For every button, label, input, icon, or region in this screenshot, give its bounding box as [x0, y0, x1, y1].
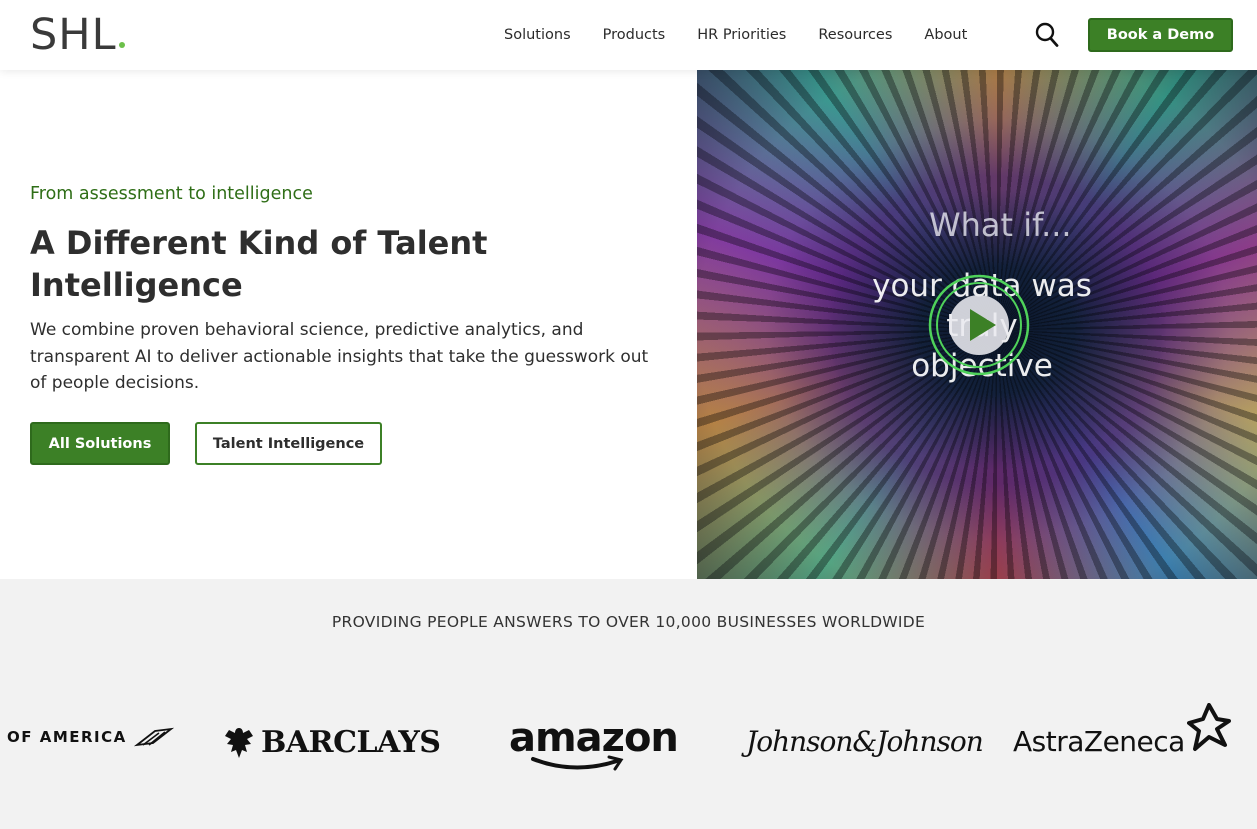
- client-logo-johnson-johnson: Johnson&Johnson: [746, 725, 984, 758]
- nav-item-resources[interactable]: Resources: [818, 27, 892, 43]
- logo-text: SHL: [30, 10, 117, 60]
- logo-dot: [118, 42, 125, 48]
- nav-item-hr-priorities[interactable]: HR Priorities: [697, 27, 786, 43]
- astrazeneca-logo-text: AstraZeneca: [1013, 725, 1185, 758]
- all-solutions-button[interactable]: All Solutions: [30, 422, 170, 465]
- main-nav: Solutions Products HR Priorities Resourc…: [488, 0, 983, 70]
- hero-eyebrow: From assessment to intelligence: [30, 184, 313, 204]
- play-icon[interactable]: [927, 273, 1031, 377]
- client-logo-bank-of-america: OF AMERICA: [7, 727, 175, 747]
- jnj-logo-text: Johnson&Johnson: [746, 725, 984, 758]
- site-header: SHL Solutions Products HR Priorities Res…: [0, 0, 1257, 70]
- client-logo-amazon: amazon: [509, 715, 679, 773]
- barclays-logo-text: BARCLAYS: [261, 725, 441, 760]
- amazon-smile-icon: [531, 755, 624, 771]
- hero-title: A Different Kind of Talent Intelligence: [30, 224, 488, 304]
- search-icon[interactable]: [1035, 22, 1059, 48]
- boa-flag-icon: [133, 727, 174, 747]
- client-logo-barclays: BARCLAYS: [223, 725, 441, 760]
- hero-description: We combine proven behavioral science, pr…: [30, 320, 649, 393]
- shl-logo[interactable]: SHL: [30, 12, 125, 58]
- client-logo-astrazeneca: AstraZeneca: [1013, 702, 1231, 758]
- talent-intelligence-button[interactable]: Talent Intelligence: [195, 422, 382, 465]
- nav-item-solutions[interactable]: Solutions: [504, 27, 571, 43]
- clients-title: PROVIDING PEOPLE ANSWERS TO OVER 10,000 …: [331, 613, 926, 631]
- astrazeneca-symbol-icon: [1186, 702, 1231, 751]
- book-demo-button[interactable]: Book a Demo: [1088, 18, 1233, 52]
- nav-item-products[interactable]: Products: [603, 27, 666, 43]
- hero-video[interactable]: What if... your data was truly objective: [697, 70, 1257, 579]
- clients-band: PROVIDING PEOPLE ANSWERS TO OVER 10,000 …: [0, 579, 1257, 829]
- nav-item-about[interactable]: About: [924, 27, 967, 43]
- boa-logo-text: OF AMERICA: [7, 728, 127, 746]
- barclays-eagle-icon: [225, 727, 253, 758]
- video-caption-line1: What if...: [929, 206, 1072, 244]
